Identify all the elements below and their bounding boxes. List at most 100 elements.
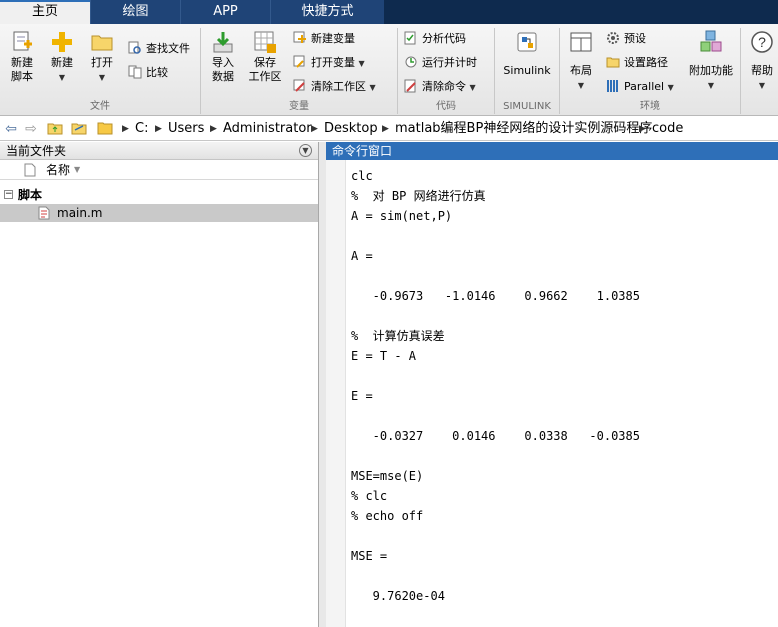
- file-type-icon: [24, 163, 36, 177]
- breadcrumb-drive[interactable]: C:: [135, 121, 148, 137]
- grid-save-icon: [254, 31, 276, 53]
- breadcrumb-desktop[interactable]: Desktop: [324, 121, 378, 137]
- plus-icon: [52, 32, 72, 52]
- dropdown-arrow-icon: ▼: [58, 73, 66, 82]
- forward-arrow-icon[interactable]: ⇨: [22, 120, 40, 138]
- command-line: E =: [351, 389, 373, 403]
- command-line: A = sim(net,P): [351, 209, 453, 223]
- add-ons-cubes-icon: [700, 30, 722, 52]
- command-window-body[interactable]: clc % 对 BP 网络进行仿真 A = sim(net,P) A = -0.967…: [326, 160, 778, 627]
- command-line: % 对 BP 网络进行仿真: [351, 189, 486, 203]
- breadcrumb-users[interactable]: Users: [168, 121, 204, 137]
- command-window-header: 命令行窗口: [326, 142, 778, 160]
- command-window: 命令行窗口 clc % 对 BP 网络进行仿真 A = sim(net,P) A = …: [326, 142, 778, 627]
- collapse-icon[interactable]: −: [4, 190, 13, 199]
- group-label-variable: 变量: [289, 101, 309, 112]
- run-and-time-button[interactable]: 运行并计时: [404, 54, 477, 72]
- tab-bar: 主页 绘图 APP 快捷方式: [0, 0, 778, 24]
- browse-folder-icon[interactable]: [70, 120, 88, 138]
- breadcrumb-project-folder[interactable]: matlab编程BP神经网络的设计实例源码程序: [395, 121, 652, 137]
- layout-icon: [570, 32, 592, 52]
- address-bar: ⇦ ⇨ ▶ C: ▶ Users ▶ Administrator ▶ Deskt…: [0, 117, 778, 141]
- analyze-code-button[interactable]: 分析代码: [404, 30, 466, 48]
- dropdown-arrow-icon: ▼: [98, 73, 106, 82]
- layout-button[interactable]: 布局 ▼: [564, 30, 598, 93]
- tab-plots[interactable]: 绘图: [90, 0, 180, 24]
- clear-workspace-button[interactable]: 清除工作区 ▼: [293, 78, 376, 96]
- command-line: % echo off: [351, 509, 424, 523]
- open-variable-button[interactable]: 打开变量 ▼: [293, 54, 365, 72]
- parallel-icon: [607, 80, 618, 92]
- command-line: A =: [351, 249, 373, 263]
- column-header: 名称 ▼: [0, 160, 318, 180]
- command-line: MSE=mse(E): [351, 469, 424, 483]
- new-variable-icon: [293, 31, 306, 43]
- name-column-header[interactable]: 名称: [46, 160, 70, 180]
- gear-icon: [607, 32, 619, 44]
- run-time-icon: [405, 56, 417, 68]
- clear-commands-button[interactable]: 清除命令 ▼: [404, 78, 476, 96]
- new-variable-button[interactable]: 新建变量: [293, 30, 355, 48]
- file-row-main[interactable]: main.m: [0, 204, 318, 222]
- new-script-icon: [13, 31, 32, 51]
- add-ons-button[interactable]: 附加功能 ▼: [686, 30, 736, 93]
- path-folder-icon: [96, 120, 114, 138]
- preferences-button[interactable]: 预设: [606, 30, 646, 48]
- new-script-button[interactable]: 新建 脚本: [4, 30, 40, 84]
- tab-apps[interactable]: APP: [180, 0, 270, 24]
- open-button[interactable]: 打开 ▼: [84, 30, 120, 85]
- breadcrumb-separator-icon: ▶: [210, 124, 217, 134]
- breadcrumb-separator-icon: ▶: [382, 124, 389, 134]
- breadcrumb-separator-icon: ▶: [639, 124, 646, 134]
- clear-commands-icon: [404, 79, 416, 93]
- panel-splitter[interactable]: [319, 142, 326, 627]
- folder-icon: [91, 35, 113, 51]
- analyze-icon: [404, 31, 416, 45]
- compare-button[interactable]: 比较: [128, 64, 168, 82]
- compare-icon: [128, 65, 142, 79]
- dropdown-arrow-icon: ▼: [667, 83, 674, 92]
- dropdown-arrow-icon: ▼: [469, 83, 476, 92]
- breadcrumb-separator-icon: ▶: [122, 124, 129, 134]
- svg-text:?: ?: [758, 34, 766, 50]
- simulink-icon: [517, 32, 537, 52]
- breadcrumb-code[interactable]: code: [652, 121, 683, 137]
- group-label-file: 文件: [90, 101, 110, 112]
- dropdown-arrow-icon: ▼: [358, 59, 365, 68]
- simulink-button[interactable]: Simulink: [500, 30, 554, 78]
- file-name: main.m: [57, 206, 103, 220]
- ribbon-toolbar: 新建 脚本 新建 ▼ 打开 ▼ 查找文件 比较 文件 导入 数据 保存 工作区 新建…: [0, 24, 778, 116]
- panel-header: 当前文件夹 ▼: [0, 142, 318, 160]
- help-button[interactable]: ? 帮助 ▼: [746, 30, 778, 93]
- breadcrumb-separator-icon: ▶: [311, 124, 318, 134]
- tab-home[interactable]: 主页: [0, 0, 90, 24]
- dropdown-arrow-icon: ▼: [707, 81, 715, 90]
- group-label-environment: 环境: [640, 101, 660, 112]
- section-header-scripts[interactable]: − 脚本: [0, 186, 318, 204]
- set-path-button[interactable]: 设置路径: [606, 54, 668, 72]
- folder-path-icon: [606, 57, 620, 68]
- save-workspace-button[interactable]: 保存 工作区: [245, 30, 285, 84]
- up-folder-icon[interactable]: [46, 120, 64, 138]
- help-icon: ?: [751, 31, 773, 53]
- command-line: E = T - A: [351, 349, 417, 363]
- group-divider: [740, 28, 741, 114]
- find-files-button[interactable]: 查找文件: [128, 40, 190, 58]
- command-line: MSE =: [351, 549, 388, 563]
- breadcrumb-administrator[interactable]: Administrator: [223, 121, 312, 137]
- breadcrumb-separator-icon: ▶: [155, 124, 162, 134]
- tab-shortcuts[interactable]: 快捷方式: [270, 0, 384, 24]
- panel-title: 当前文件夹: [6, 144, 67, 158]
- import-data-button[interactable]: 导入 数据: [205, 30, 241, 84]
- back-arrow-icon[interactable]: ⇦: [2, 120, 20, 138]
- command-line: -0.9673 -1.0146 0.9662 1.0385: [351, 289, 640, 303]
- parallel-button[interactable]: Parallel ▼: [606, 78, 674, 96]
- new-button[interactable]: 新建 ▼: [44, 30, 80, 85]
- current-folder-panel: 当前文件夹 ▼ 名称 ▼ − 脚本 main.m: [0, 142, 319, 627]
- open-variable-icon: [293, 55, 305, 68]
- command-gutter: [326, 160, 346, 627]
- panel-menu-icon[interactable]: ▼: [299, 144, 312, 157]
- command-line: % 计算仿真误差: [351, 329, 445, 343]
- command-line: -0.0327 0.0146 0.0338 -0.0385: [351, 429, 640, 443]
- find-files-icon: [128, 41, 141, 54]
